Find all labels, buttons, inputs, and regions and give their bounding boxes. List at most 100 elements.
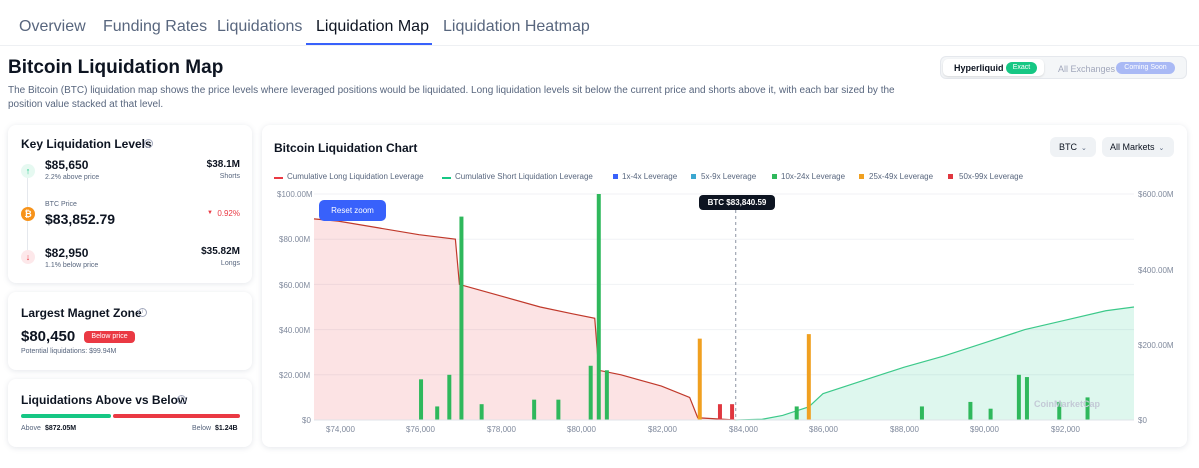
- hyperliquid-label: Hyperliquid: [954, 63, 1004, 73]
- liquidation-chart-plot[interactable]: [260, 185, 1140, 425]
- liquidation-bar: [588, 365, 593, 420]
- below-label: Below: [192, 425, 212, 432]
- legend-50x-99x-swatch: [948, 174, 953, 179]
- chevron-down-icon: ⌄: [1081, 145, 1087, 152]
- liquidation-bar: [479, 404, 484, 420]
- upper-level-value: $38.1M: [206, 159, 240, 170]
- lower-level-value: $35.82M: [201, 246, 240, 257]
- y-right-tick: $600.00M: [1138, 190, 1174, 199]
- liquidation-bar: [794, 406, 799, 420]
- coin-select[interactable]: BTC ⌄: [1050, 137, 1096, 157]
- x-tick: $80,000: [567, 425, 596, 434]
- arrow-up-icon: ↑: [21, 164, 35, 178]
- x-tick: $74,000: [326, 425, 355, 434]
- all-exchanges-option[interactable]: All Exchanges: [1058, 64, 1115, 74]
- btc-price-change: 0.92%: [217, 209, 240, 218]
- liquidation-bar: [435, 406, 440, 420]
- long-cumulative-area: [314, 218, 736, 420]
- key-levels-title: Key Liquidation Levels: [21, 137, 152, 151]
- liquidation-bar: [988, 408, 993, 420]
- upper-level-distance: 2.2% above price: [45, 174, 100, 181]
- liquidation-bar: [604, 370, 609, 420]
- x-tick: $84,000: [729, 425, 758, 434]
- above-below-card: [8, 379, 252, 447]
- btc-price-tag: BTC $83,840.59: [699, 195, 775, 210]
- liquidation-bar: [1024, 377, 1029, 420]
- info-icon[interactable]: i: [138, 308, 147, 317]
- x-tick: $82,000: [648, 425, 677, 434]
- liquidation-bar: [1016, 374, 1021, 420]
- liquidation-bar: [919, 406, 924, 420]
- liquidation-bar: [419, 379, 424, 420]
- info-icon[interactable]: i: [144, 139, 153, 148]
- legend-10x-24x-swatch: [772, 174, 777, 179]
- btc-price-label: BTC Price: [45, 201, 77, 208]
- legend-25x-49x[interactable]: 25x-49x Leverage: [869, 172, 933, 181]
- liquidation-bar: [596, 194, 601, 420]
- above-share-bar: [21, 414, 111, 418]
- legend-short-swatch: [442, 177, 451, 179]
- x-tick: $76,000: [406, 425, 435, 434]
- chevron-down-icon: ⌄: [1158, 145, 1165, 152]
- legend-1x-4x[interactable]: 1x-4x Leverage: [622, 172, 677, 181]
- liquidation-bar: [556, 399, 561, 420]
- exact-badge: Exact: [1006, 62, 1037, 74]
- liquidation-bar: [447, 374, 452, 420]
- lower-level-distance: 1.1% below price: [45, 262, 99, 269]
- arrow-down-icon: ↓: [21, 250, 35, 264]
- tab-liquidation-heatmap[interactable]: Liquidation Heatmap: [443, 18, 590, 36]
- page-description: The Bitcoin (BTC) liquidation map shows …: [8, 85, 895, 110]
- liquidation-bar: [697, 338, 702, 420]
- x-tick: $78,000: [487, 425, 516, 434]
- x-tick: $92,000: [1051, 425, 1080, 434]
- upper-level-value-label: Shorts: [219, 173, 240, 180]
- legend-25x-49x-swatch: [859, 174, 864, 179]
- bitcoin-icon: ₿: [21, 207, 35, 221]
- tab-funding-rates[interactable]: Funding Rates: [103, 18, 207, 36]
- exchange-source-toggle: Hyperliquid Exact All Exchanges Coming S…: [940, 56, 1187, 79]
- below-price-badge: Below price: [84, 331, 135, 343]
- lower-level-price: $82,950: [45, 246, 89, 260]
- legend-5x-9x-swatch: [691, 174, 696, 179]
- market-select[interactable]: All Markets ⌄: [1102, 137, 1174, 157]
- hyperliquid-option[interactable]: Hyperliquid Exact: [943, 59, 1044, 76]
- y-right-tick: $400.00M: [1138, 266, 1174, 275]
- x-tick: $88,000: [890, 425, 919, 434]
- legend-50x-99x[interactable]: 50x-99x Leverage: [959, 172, 1023, 181]
- tab-liquidation-map[interactable]: Liquidation Map: [316, 18, 429, 36]
- market-select-value: All Markets: [1110, 142, 1155, 152]
- info-icon[interactable]: i: [177, 395, 186, 404]
- above-value: $872.05M: [45, 425, 77, 432]
- tab-overview[interactable]: Overview: [19, 18, 86, 36]
- above-below-title: Liquidations Above vs Below: [21, 393, 188, 407]
- above-label: Above: [21, 425, 41, 432]
- below-value: $1.24B: [215, 425, 238, 432]
- magnet-zone-title: Largest Magnet Zone: [21, 306, 142, 320]
- legend-long-cumulative[interactable]: Cumulative Long Liquidation Leverage: [287, 172, 424, 181]
- liquidation-bar: [459, 216, 464, 420]
- btc-current-price: $83,852.79: [45, 211, 116, 227]
- legend-10x-24x[interactable]: 10x-24x Leverage: [781, 172, 845, 181]
- liquidation-bar: [730, 404, 735, 420]
- legend-5x-9x[interactable]: 5x-9x Leverage: [701, 172, 756, 181]
- magnet-zone-price: $80,450: [21, 328, 76, 345]
- coming-soon-badge: Coming Soon: [1116, 62, 1175, 74]
- tab-liquidations[interactable]: Liquidations: [217, 18, 302, 36]
- y-right-tick: $200.00M: [1138, 341, 1174, 350]
- tab-bar: Overview Funding Rates Liquidations Liqu…: [0, 0, 1199, 46]
- reset-zoom-button[interactable]: Reset zoom: [319, 200, 386, 221]
- x-tick: $86,000: [809, 425, 838, 434]
- liquidation-bar: [806, 334, 811, 420]
- liquidation-bar: [968, 401, 973, 420]
- legend-long-swatch: [274, 177, 283, 179]
- legend-short-cumulative[interactable]: Cumulative Short Liquidation Leverage: [455, 172, 593, 181]
- coin-select-value: BTC: [1059, 142, 1077, 152]
- legend-1x-4x-swatch: [613, 174, 618, 179]
- liquidation-bar: [717, 404, 722, 420]
- below-share-bar: [113, 414, 240, 418]
- active-tab-indicator: [306, 43, 432, 45]
- magnet-potential-liquidations: Potential liquidations: $99.94M: [21, 348, 117, 355]
- x-tick: $90,000: [970, 425, 999, 434]
- chart-title: Bitcoin Liquidation Chart: [274, 141, 418, 155]
- liquidation-bar: [532, 399, 537, 420]
